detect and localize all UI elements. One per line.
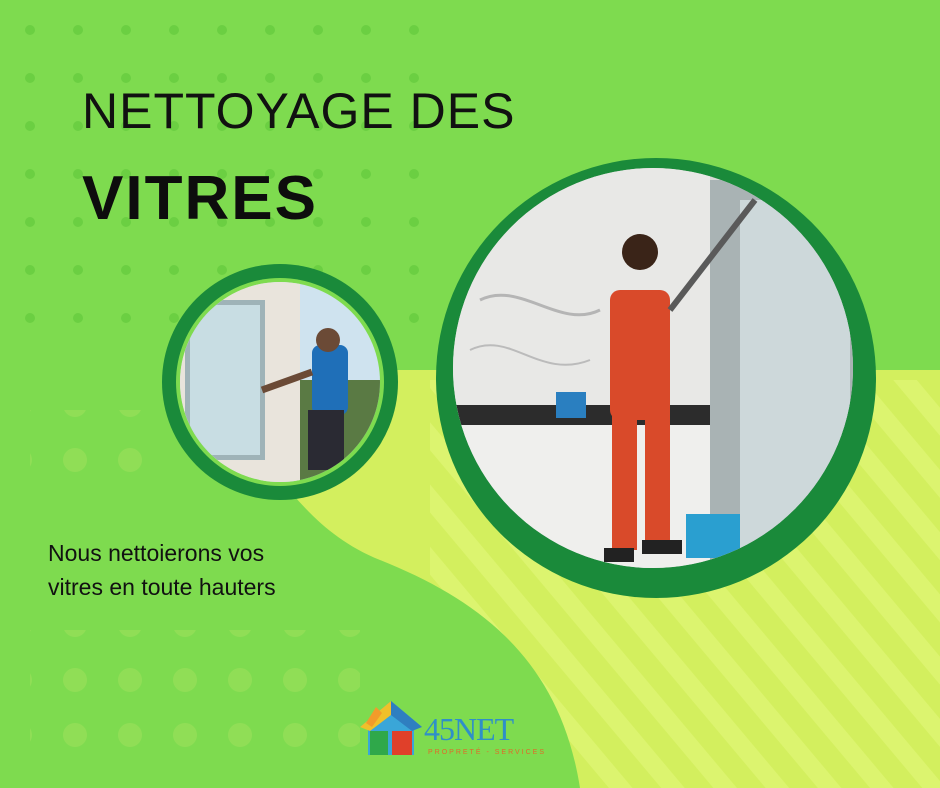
house-icon	[360, 701, 422, 755]
promo-card: NETTOYAGE DES VITRES Nous nettoierons vo…	[0, 0, 940, 788]
headline-line1: NETTOYAGE DES	[82, 83, 516, 139]
logo-name: 45NET	[424, 711, 514, 747]
company-logo: 45NET PROPRETÉ - SERVICES	[356, 693, 556, 765]
subtitle: Nous nettoierons vos vitres en toute hau…	[48, 536, 408, 604]
subtitle-line2: vitres en toute hauters	[48, 574, 276, 600]
large-photo-circle	[436, 158, 876, 598]
headline-line2: VITRES	[82, 164, 318, 233]
logo-tagline: PROPRETÉ - SERVICES	[428, 749, 547, 756]
subtitle-line1: Nous nettoierons vos	[48, 540, 265, 566]
